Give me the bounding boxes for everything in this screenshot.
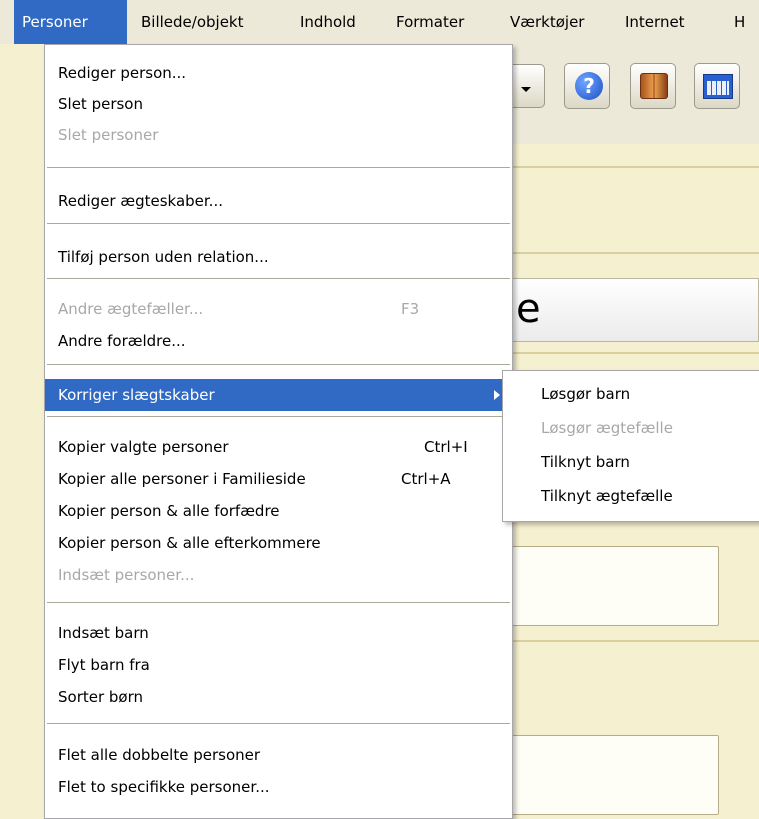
menu-separator: [47, 278, 510, 280]
menu-item-slet-personer[interactable]: Slet personer: [45, 119, 512, 151]
menu-separator: [47, 223, 510, 225]
toolbar-dropdown-button[interactable]: [511, 64, 545, 108]
menubar-formater[interactable]: Formater: [388, 0, 472, 44]
menu-item-sorter-boern[interactable]: Sorter børn: [45, 681, 512, 713]
help-button[interactable]: ?: [564, 63, 610, 109]
menubar-indhold[interactable]: Indhold: [292, 0, 364, 44]
menu-shortcut: F3: [401, 300, 420, 318]
korriger-slaegtskaber-submenu: Løsgør barn Løsgør ægtefælle Tilknyt bar…: [502, 370, 759, 522]
menu-shortcut: Ctrl+A: [401, 470, 451, 488]
menu-item-rediger-person[interactable]: Rediger person...: [45, 57, 512, 89]
menubar-vaerktoejer[interactable]: Værktøjer: [502, 0, 592, 44]
menu-item-label: Korriger slægtskaber: [58, 386, 215, 404]
menubar-billede-objekt[interactable]: Billede/objekt: [133, 0, 252, 44]
menubar-h[interactable]: H: [726, 0, 753, 44]
submenu-item-tilknyt-barn[interactable]: Tilknyt barn: [503, 445, 759, 479]
menubar: Personer Billede/objekt Indhold Formater…: [0, 0, 759, 45]
menu-separator: [47, 602, 510, 604]
book-button[interactable]: [630, 63, 676, 109]
menu-item-flet-alle-dobbelte[interactable]: Flet alle dobbelte personer: [45, 739, 512, 771]
menu-separator: [47, 723, 510, 725]
menu-item-flet-to-specifikke[interactable]: Flet to specifikke personer...: [45, 771, 512, 803]
person-field-box[interactable]: [511, 546, 719, 626]
menu-separator: [47, 416, 510, 418]
menu-item-kopier-alle[interactable]: Kopier alle personer i Familieside Ctrl+…: [45, 463, 512, 495]
menu-separator: [47, 167, 510, 169]
menu-separator: [47, 364, 510, 366]
calendar-button[interactable]: [694, 63, 740, 109]
personer-menu: Rediger person... Slet person Slet perso…: [44, 44, 513, 819]
person-field-box[interactable]: [511, 735, 719, 815]
submenu-arrow-icon: [494, 390, 500, 400]
menu-item-kopier-valgte[interactable]: Kopier valgte personer Ctrl+I: [45, 431, 512, 463]
page-title-bar: e: [511, 278, 759, 342]
menubar-personer[interactable]: Personer: [14, 0, 127, 44]
divider: [511, 640, 759, 642]
divider: [511, 166, 759, 168]
menu-item-rediger-aegteskaber[interactable]: Rediger ægteskaber...: [45, 185, 512, 217]
submenu-item-loesgoer-barn[interactable]: Løsgør barn: [503, 377, 759, 411]
menu-item-indsaet-barn[interactable]: Indsæt barn: [45, 617, 512, 649]
divider: [511, 252, 759, 254]
calendar-icon: [703, 74, 733, 99]
help-icon: ?: [575, 72, 603, 100]
menu-shortcut: Ctrl+I: [424, 438, 468, 456]
book-icon: [640, 73, 668, 99]
menu-item-label: Kopier alle personer i Familieside: [58, 470, 306, 488]
menu-item-kopier-forfaedre[interactable]: Kopier person & alle forfædre: [45, 495, 512, 527]
menu-item-indsaet-personer[interactable]: Indsæt personer...: [45, 559, 512, 591]
menu-item-label: Andre ægtefæller...: [58, 300, 204, 318]
menu-item-korriger-slaegtskaber[interactable]: Korriger slægtskaber: [45, 379, 512, 411]
menu-item-kopier-efterkommere[interactable]: Kopier person & alle efterkommere: [45, 527, 512, 559]
divider: [511, 352, 759, 354]
menu-item-label: Kopier valgte personer: [58, 438, 229, 456]
menu-item-andre-aegtefaeller[interactable]: Andre ægtefæller... F3: [45, 293, 512, 325]
menu-item-andre-foraeldre[interactable]: Andre forældre...: [45, 325, 512, 357]
menu-item-flyt-barn-fra[interactable]: Flyt barn fra: [45, 649, 512, 681]
dropdown-arrow-icon: [521, 87, 531, 92]
submenu-item-loesgoer-aegtefaelle[interactable]: Løsgør ægtefælle: [503, 411, 759, 445]
menu-item-tilfoej-person[interactable]: Tilføj person uden relation...: [45, 241, 512, 273]
menu-item-slet-person[interactable]: Slet person: [45, 88, 512, 120]
menubar-internet[interactable]: Internet: [617, 0, 693, 44]
submenu-item-tilknyt-aegtefaelle[interactable]: Tilknyt ægtefælle: [503, 479, 759, 513]
